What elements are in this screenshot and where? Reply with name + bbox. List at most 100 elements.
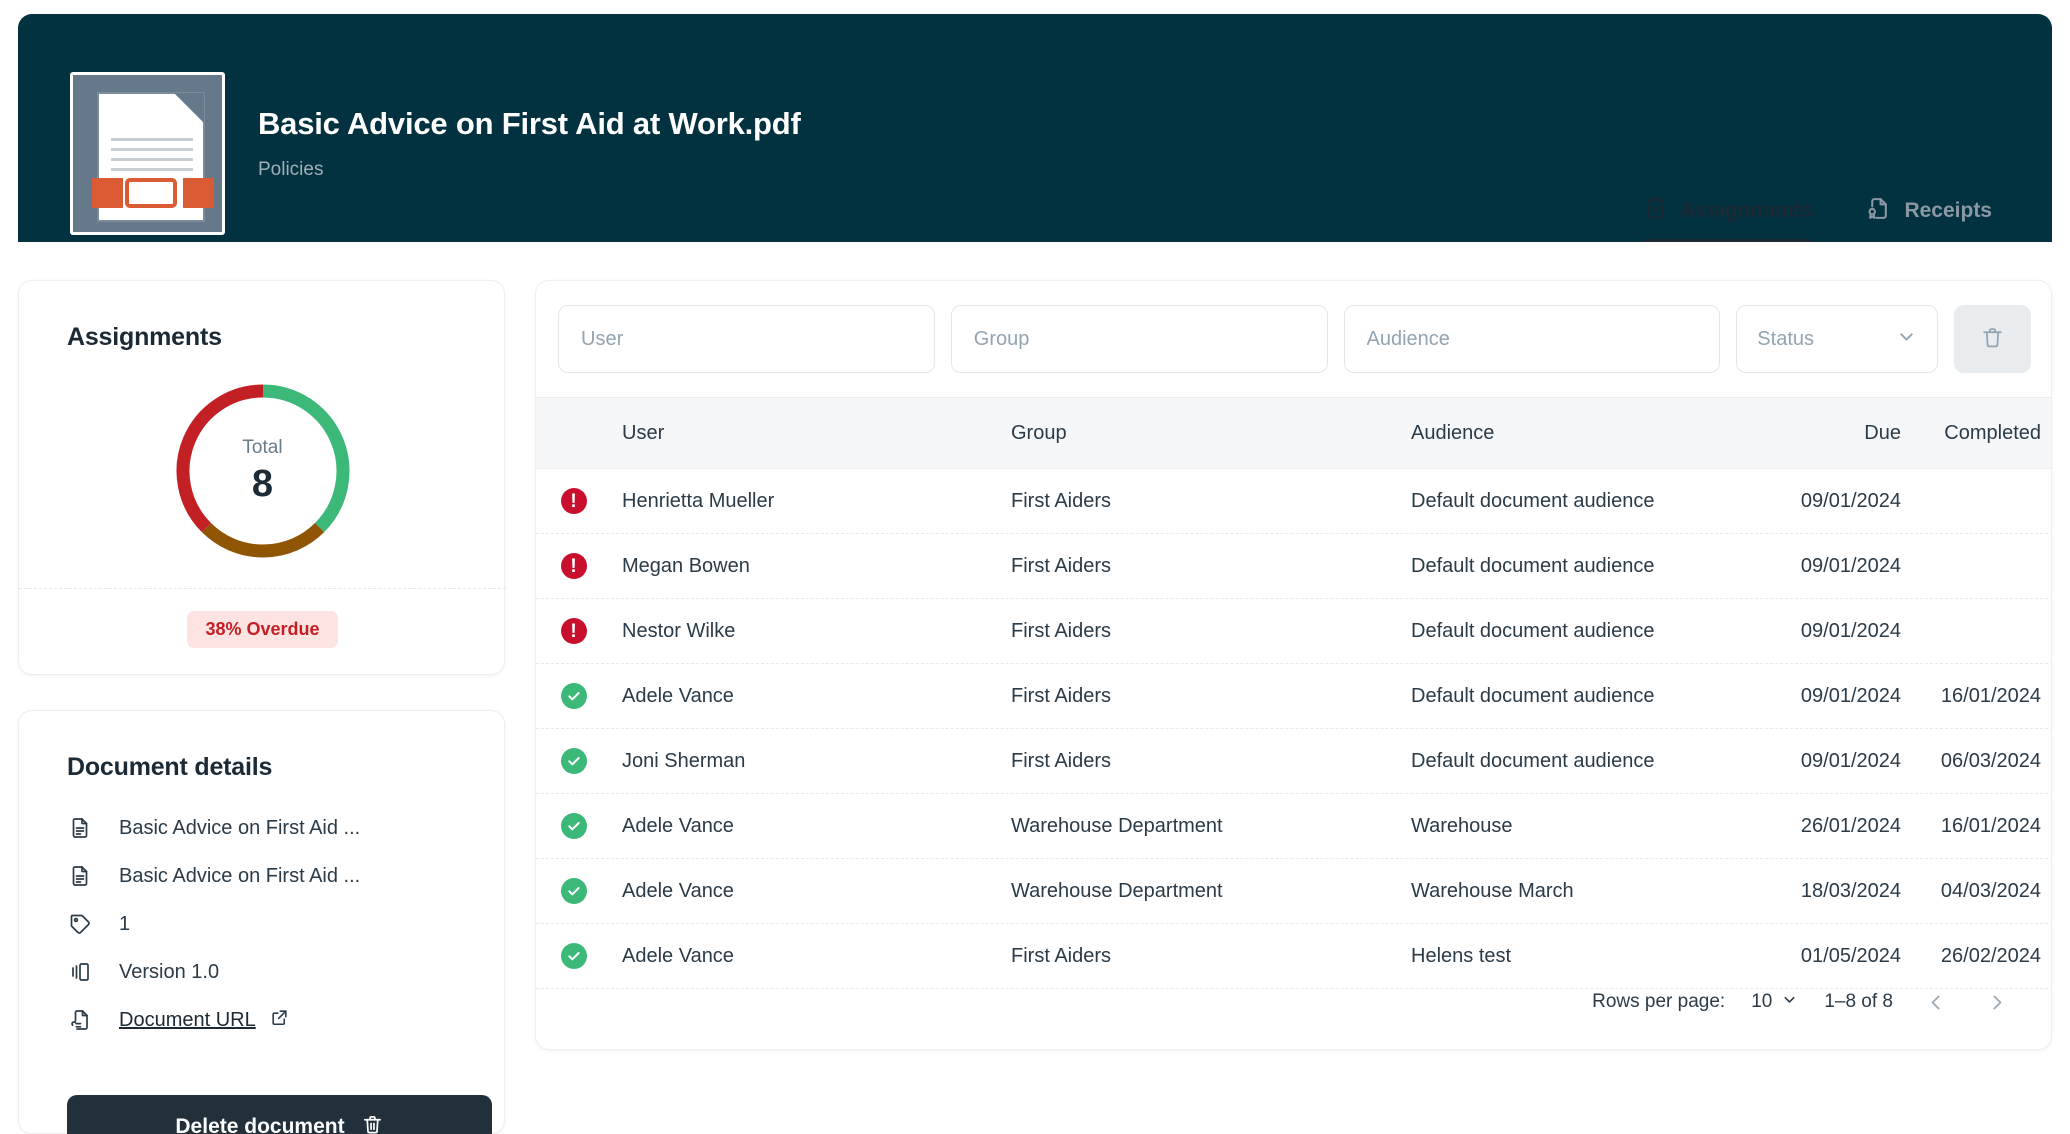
pagination-range: 1–8 of 8 — [1824, 991, 1893, 1012]
document-category: Policies — [258, 159, 324, 180]
row-audience: Default document audience — [1411, 489, 1655, 512]
table-row[interactable]: Adele Vance Warehouse Department Warehouse… — [536, 859, 2051, 924]
user-filter-input[interactable] — [558, 305, 935, 373]
table-header-row: User Group Audience Due Completed — [536, 397, 2051, 469]
document-detail-page: Basic Advice on First Aid at Work.pdf Po… — [0, 0, 2070, 1134]
detail-row-filename: Basic Advice on First Aid ... — [67, 815, 360, 841]
column-header-audience: Audience — [1411, 421, 1495, 444]
row-due: 09/01/2024 — [1800, 554, 1901, 577]
status-filter-label: Status — [1757, 327, 1814, 350]
status-filter-select[interactable]: Status — [1736, 305, 1938, 373]
row-status — [536, 943, 611, 969]
row-audience: Default document audience — [1411, 684, 1655, 707]
table-row[interactable]: Joni Sherman First Aiders Default document… — [536, 729, 2051, 794]
completed-status-icon — [560, 813, 587, 839]
row-audience: Helens test — [1411, 944, 1512, 967]
tab-receipts[interactable]: Receipts — [1866, 196, 1992, 242]
overdue-status-icon: ! — [560, 618, 587, 644]
row-status: ! — [536, 553, 611, 579]
document-details-card: Document details Basic Advice on First A… — [18, 710, 505, 1134]
column-header-user: User — [622, 421, 665, 444]
page-title: Basic Advice on First Aid at Work.pdf — [258, 106, 801, 141]
assignments-summary-card: Assignments Total 8 38% Overdue — [18, 280, 506, 675]
row-completed: 16/01/2024 — [1940, 814, 2041, 837]
previous-page-button[interactable] — [1919, 985, 1953, 1019]
row-user: Adele Vance — [622, 814, 734, 837]
column-header-completed: Completed — [1944, 421, 2041, 444]
detail-row-original-filename: Basic Advice on First Aid ... — [67, 863, 360, 889]
document-icon — [67, 863, 93, 889]
row-user: Henrietta Mueller — [622, 489, 775, 512]
donut-total-value: 8 — [251, 462, 274, 505]
row-due: 09/01/2024 — [1800, 619, 1901, 642]
row-due: 18/03/2024 — [1800, 879, 1901, 902]
row-status: ! — [536, 618, 611, 644]
row-status: ! — [536, 488, 611, 514]
assignments-table-panel: Status User — [535, 280, 2052, 1050]
table-body: ! Henrietta Mueller First Aiders Default do… — [536, 469, 2051, 989]
audience-filter-input[interactable] — [1343, 305, 1721, 373]
rows-per-page-select[interactable]: 10 — [1751, 991, 1798, 1014]
row-user: Adele Vance — [622, 684, 734, 707]
detail-row-version: Version 1.0 — [67, 959, 219, 985]
row-completed: 04/03/2024 — [1940, 879, 2041, 902]
completed-status-icon — [560, 748, 587, 774]
external-link-icon — [270, 1008, 289, 1033]
completed-status-icon — [560, 878, 587, 904]
donut-total-label: Total — [242, 436, 283, 458]
rows-per-page-label: Rows per page: — [1592, 991, 1726, 1012]
row-group: First Aiders — [1011, 554, 1112, 577]
detail-row-document-url[interactable]: Document URL — [67, 1007, 289, 1033]
delete-document-button[interactable]: Delete document — [67, 1095, 492, 1134]
next-page-button[interactable] — [1979, 985, 2013, 1019]
completed-status-icon — [560, 683, 587, 709]
row-audience: Warehouse March — [1411, 879, 1574, 902]
row-group: First Aiders — [1011, 684, 1112, 707]
row-group: First Aiders — [1011, 749, 1112, 772]
tab-assignments[interactable]: Assignments — [1642, 196, 1813, 242]
row-status — [536, 878, 611, 904]
row-due: 01/05/2024 — [1800, 944, 1901, 967]
row-group: First Aiders — [1011, 489, 1112, 512]
overdue-status-icon: ! — [560, 488, 587, 514]
filter-bar: Status — [558, 303, 2031, 375]
row-due: 09/01/2024 — [1800, 489, 1901, 512]
document-link-icon — [67, 1007, 93, 1033]
delete-document-label: Delete document — [175, 1115, 345, 1134]
table-row[interactable]: ! Nestor Wilke First Aiders Default documen… — [536, 599, 2051, 664]
row-audience: Default document audience — [1411, 749, 1655, 772]
trash-icon — [361, 1113, 384, 1134]
detail-text: 1 — [119, 912, 131, 935]
row-status — [536, 683, 611, 709]
chevron-down-icon — [1896, 326, 1917, 353]
certificate-document-icon — [1866, 196, 1891, 226]
table-row[interactable]: Adele Vance Warehouse Department Warehouse… — [536, 794, 2051, 859]
column-header-due: Due — [1864, 421, 1901, 444]
table-row[interactable]: ! Megan Bowen First Aiders Default document… — [536, 534, 2051, 599]
row-completed: 26/02/2024 — [1940, 944, 2041, 967]
group-filter-input[interactable] — [950, 305, 1328, 373]
row-completed: 06/03/2024 — [1940, 749, 2041, 772]
document-icon — [67, 815, 93, 841]
document-details-title: Document details — [67, 753, 273, 781]
versions-icon — [67, 959, 93, 985]
row-user: Nestor Wilke — [622, 619, 736, 642]
detail-text: Basic Advice on First Aid ... — [119, 864, 361, 887]
assignments-donut-chart: Total 8 — [19, 375, 506, 575]
table-row[interactable]: Adele Vance First Aiders Default document … — [536, 664, 2051, 729]
completed-status-icon — [560, 943, 587, 969]
tab-assignments-label: Assignments — [1680, 199, 1813, 222]
clipboard-check-icon — [1643, 196, 1668, 226]
row-user: Adele Vance — [622, 879, 734, 902]
row-completed: 16/01/2024 — [1940, 684, 2041, 707]
row-user: Adele Vance — [622, 944, 734, 967]
pagination: Rows per page: 10 1–8 of 8 — [1592, 977, 2013, 1027]
table-row[interactable]: ! Henrietta Mueller First Aiders Default do… — [536, 469, 2051, 534]
document-url-link[interactable]: Document URL — [119, 1009, 256, 1032]
row-group: First Aiders — [1011, 619, 1112, 642]
clear-filters-button[interactable] — [1953, 305, 2031, 373]
assignments-card-title: Assignments — [67, 323, 222, 351]
row-group: First Aiders — [1011, 944, 1112, 967]
row-audience: Default document audience — [1411, 554, 1655, 577]
row-status — [536, 748, 611, 774]
